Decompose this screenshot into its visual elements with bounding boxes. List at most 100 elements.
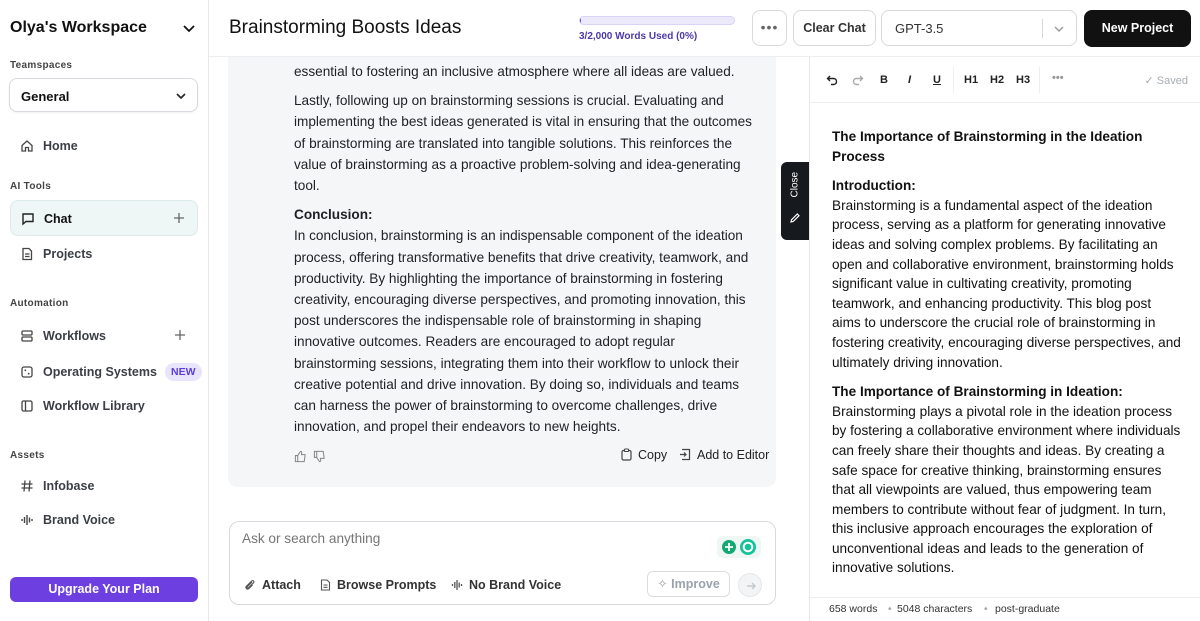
chat-area: essential to fostering an inclusive atmo…: [209, 57, 809, 621]
underline-button[interactable]: U: [933, 74, 941, 86]
hash-icon: [21, 480, 33, 492]
doc-section: The Importance of Brainstorming in Ideat…: [832, 382, 1182, 578]
redo-icon[interactable]: [852, 74, 864, 86]
sidebar-item-home[interactable]: Home: [10, 128, 198, 164]
saved-status: ✓ Saved: [1145, 74, 1188, 87]
arrow-right-icon: [747, 582, 756, 590]
editor-panel: B I U H1 H2 H3 ••• ✓ Saved The Importanc…: [809, 57, 1200, 621]
assets-label: Assets: [10, 450, 45, 461]
waveform-icon: [21, 515, 33, 525]
workspace-title[interactable]: Olya's Workspace: [10, 19, 147, 37]
sidebar-item-label: Infobase: [43, 479, 95, 493]
message-conclusion: Conclusion: In conclusion, brainstorming …: [294, 204, 754, 437]
upgrade-plan-button[interactable]: Upgrade Your Plan: [10, 577, 198, 602]
waveform-icon: [451, 580, 463, 590]
ai-tools-label: AI Tools: [10, 181, 52, 192]
plus-icon[interactable]: [173, 212, 185, 224]
italic-button[interactable]: I: [908, 74, 911, 86]
chat-icon: [22, 213, 34, 226]
clear-chat-button[interactable]: Clear Chat: [793, 10, 876, 46]
grid-icon: [21, 366, 33, 378]
more-tools-button[interactable]: •••: [1052, 72, 1064, 84]
toolbar-divider: [1039, 67, 1040, 93]
close-label: Close: [789, 171, 801, 198]
section-heading: The Importance of Brainstorming in Ideat…: [832, 384, 1123, 400]
conclusion-text: In conclusion, brainstorming is an indis…: [294, 228, 749, 435]
editor-toolbar: B I U H1 H2 H3 ••• ✓ Saved: [810, 57, 1200, 103]
editor-status-bar: 658 words • 5048 characters • post-gradu…: [810, 597, 1200, 621]
chat-input-box: Attach Browse Prompts No Brand Voice ✧ I…: [229, 521, 776, 605]
library-icon: [21, 400, 33, 412]
browse-prompts-button[interactable]: Browse Prompts: [320, 578, 436, 592]
pencil-icon: [790, 213, 800, 223]
paperclip-icon: [245, 580, 255, 590]
undo-icon[interactable]: [826, 74, 838, 86]
sidebar-item-infobase[interactable]: Infobase: [10, 468, 198, 504]
new-badge: NEW: [165, 363, 202, 381]
thumbs-down-icon[interactable]: [313, 450, 326, 463]
automation-label: Automation: [10, 298, 69, 309]
bold-button[interactable]: B: [880, 74, 888, 86]
assistant-message: essential to fostering an inclusive atmo…: [228, 57, 776, 487]
select-divider: [1042, 19, 1043, 38]
chat-input[interactable]: [242, 531, 702, 546]
chevron-down-icon[interactable]: [182, 21, 196, 35]
copy-button[interactable]: Copy: [620, 448, 667, 462]
saved-label: Saved: [1156, 75, 1188, 87]
thumbs-up-icon[interactable]: [294, 450, 307, 463]
attach-button[interactable]: Attach: [244, 578, 301, 592]
page-title: Brainstorming Boosts Ideas: [229, 17, 462, 38]
clipboard-icon: [621, 448, 632, 461]
usage-text: 3/2,000 Words Used (0%): [579, 31, 698, 42]
sidebar-item-workflows[interactable]: Workflows: [10, 318, 198, 354]
doc-intro: Introduction: Brainstorming is a fundamen…: [832, 176, 1182, 372]
header: Brainstorming Boosts Ideas 3/2,000 Words…: [209, 0, 1200, 57]
teamspace-select[interactable]: General: [9, 78, 198, 112]
toolbar-divider: [953, 67, 954, 93]
sidebar-item-label: Chat: [44, 212, 72, 226]
sidebar-item-projects[interactable]: Projects: [10, 236, 198, 272]
sidebar-item-workflow-library[interactable]: Workflow Library: [10, 388, 198, 424]
sidebar-item-brand-voice[interactable]: Brand Voice: [10, 502, 198, 538]
brand-voice-button[interactable]: No Brand Voice: [451, 578, 561, 592]
plus-icon[interactable]: [174, 329, 186, 341]
doc-title: The Importance of Brainstorming in the I…: [832, 127, 1182, 166]
word-count: 658 words: [829, 603, 878, 615]
sidebar-item-label: Workflow Library: [43, 399, 145, 413]
sidebar-item-label: Home: [43, 139, 78, 153]
more-options-button[interactable]: •••: [752, 10, 787, 46]
sidebar-item-chat[interactable]: Chat: [10, 200, 198, 236]
send-button[interactable]: [738, 573, 762, 597]
h3-button[interactable]: H3: [1016, 74, 1030, 86]
reading-level: post-graduate: [995, 603, 1060, 615]
section-text: Brainstorming plays a pivotal role in th…: [832, 403, 1181, 576]
message-text: essential to fostering an inclusive atmo…: [294, 61, 754, 445]
sidebar-item-label: Operating Systems: [43, 365, 157, 379]
h2-button[interactable]: H2: [990, 74, 1004, 86]
brand-voice-label: No Brand Voice: [469, 578, 562, 592]
model-value: GPT-3.5: [895, 21, 944, 36]
attach-label: Attach: [262, 578, 301, 592]
chevron-down-icon: [176, 93, 186, 100]
message-paragraph: Lastly, following up on brainstorming se…: [294, 93, 752, 194]
document-icon: [320, 579, 331, 591]
intro-text: Brainstorming is a fundamental aspect of…: [832, 197, 1181, 370]
check-icon: ✓: [1144, 75, 1157, 87]
improve-button[interactable]: ✧ Improve: [647, 571, 730, 597]
sidebar-item-operating-systems[interactable]: Operating Systems NEW: [10, 354, 202, 390]
add-to-editor-button[interactable]: Add to Editor: [679, 448, 769, 462]
sidebar-item-label: Projects: [43, 247, 93, 261]
model-select[interactable]: GPT-3.5: [881, 10, 1077, 46]
add-to-editor-icon: [680, 448, 691, 461]
teamspaces-label: Teamspaces: [10, 60, 73, 71]
h1-button[interactable]: H1: [964, 74, 978, 86]
grammarly-icon[interactable]: [717, 536, 761, 558]
close-editor-tab[interactable]: Close: [781, 162, 809, 240]
editor-document[interactable]: The Importance of Brainstorming in the I…: [832, 127, 1182, 590]
separator-dot: •: [984, 603, 988, 615]
new-project-button[interactable]: New Project: [1084, 10, 1191, 47]
home-icon: [21, 140, 33, 152]
sidebar: Olya's Workspace Teamspaces General Home…: [0, 0, 209, 621]
add-to-editor-label: Add to Editor: [697, 448, 770, 462]
separator-dot: •: [888, 603, 892, 615]
